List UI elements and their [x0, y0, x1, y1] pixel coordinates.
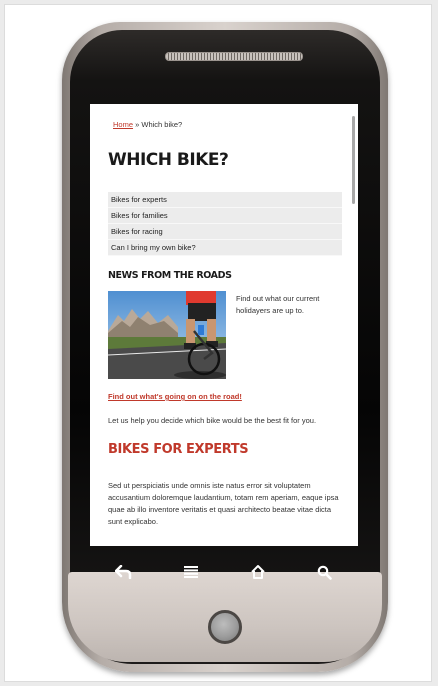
menu-item-families[interactable]: Bikes for families	[108, 208, 342, 224]
breadcrumb-separator: »	[135, 120, 140, 129]
back-icon	[114, 565, 131, 579]
breadcrumb-current: Which bike?	[141, 120, 183, 129]
intro-text: Let us help you decide which bike would …	[108, 416, 317, 425]
news-heading: NEWS FROM THE ROADS	[108, 270, 232, 281]
news-text: Find out what our current holidayers are…	[236, 294, 320, 315]
menu-button[interactable]	[171, 552, 211, 592]
section-body: Sed ut perspiciatis unde omnis iste natu…	[108, 481, 339, 526]
hardware-home-button[interactable]	[208, 610, 242, 644]
menu-item-experts[interactable]: Bikes for experts	[108, 192, 342, 208]
home-button[interactable]	[238, 552, 278, 592]
phone-screen: Home » Which bike? WHICH BIKE? Bikes for…	[90, 104, 358, 546]
home-icon	[250, 565, 265, 579]
menu-icon	[183, 566, 198, 578]
bike-menu: Bikes for experts Bikes for families Bik…	[108, 192, 342, 256]
speaker-grille	[165, 52, 303, 61]
android-nav-bar	[90, 546, 358, 598]
menu-item-racing[interactable]: Bikes for racing	[108, 224, 342, 240]
search-button[interactable]	[305, 552, 345, 592]
menu-item-own-bike[interactable]: Can I bring my own bike?	[108, 240, 342, 256]
back-button[interactable]	[104, 552, 144, 592]
breadcrumb-home-link[interactable]: Home	[113, 120, 133, 129]
news-link[interactable]: Find out what's going on on the road!	[108, 392, 242, 401]
cyclist-photo	[108, 291, 226, 379]
section-heading: BIKES FOR EXPERTS	[108, 442, 249, 457]
page-title: WHICH BIKE?	[108, 150, 229, 170]
breadcrumb: Home » Which bike?	[113, 120, 182, 129]
search-icon	[317, 565, 332, 580]
scrollbar[interactable]	[352, 116, 355, 204]
